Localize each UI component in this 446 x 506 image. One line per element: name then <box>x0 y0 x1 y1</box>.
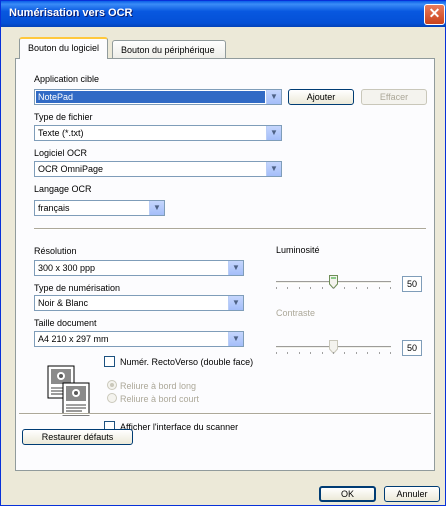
tab-label: Bouton du logiciel <box>28 43 100 53</box>
slider-tick <box>333 287 334 289</box>
target-app-select[interactable]: NotePad ▼ <box>34 89 282 105</box>
slider-tick <box>298 352 300 354</box>
add-app-button[interactable]: Ajouter <box>288 89 354 105</box>
close-icon: ✕ <box>428 5 441 21</box>
chevron-down-icon[interactable]: ▼ <box>228 332 243 346</box>
slider-tick <box>287 287 289 289</box>
slider-tick <box>333 352 334 354</box>
slider-tick <box>390 287 391 289</box>
tab-label: Bouton du périphérique <box>121 45 215 55</box>
ocr-software-value: OCR OmniPage <box>38 164 104 174</box>
slider-tick <box>378 287 380 289</box>
restore-defaults-button[interactable]: Restaurer défauts <box>22 429 133 445</box>
document-size-value: A4 210 x 297 mm <box>38 334 109 344</box>
slider-tick <box>310 352 312 354</box>
close-button[interactable]: ✕ <box>424 4 445 25</box>
slider-tick <box>378 352 380 354</box>
slider-tick <box>298 287 300 289</box>
ocr-software-label: Logiciel OCR <box>34 148 88 158</box>
contrast-label: Contraste <box>276 308 316 318</box>
slider-tick <box>355 287 357 289</box>
file-type-label: Type de fichier <box>34 112 93 122</box>
resolution-value: 300 x 300 ppp <box>38 263 96 273</box>
delete-app-button[interactable]: Effacer <box>361 89 427 105</box>
ocr-language-value: français <box>38 203 70 213</box>
slider-tick <box>390 352 391 354</box>
chevron-down-icon[interactable]: ▼ <box>266 90 281 104</box>
brightness-ticks <box>276 287 391 290</box>
window-title: Numérisation vers OCR <box>9 7 133 19</box>
divider <box>34 228 426 230</box>
slider-tick <box>276 287 277 289</box>
scan-type-label: Type de numérisation <box>34 283 121 293</box>
target-app-value: NotePad <box>38 92 74 102</box>
document-size-label: Taille document <box>34 318 97 328</box>
slider-tick <box>321 287 323 289</box>
ok-button[interactable]: OK <box>319 486 376 502</box>
duplex-pages-icon <box>47 365 90 416</box>
slider-tick <box>321 352 323 354</box>
slider-tick <box>344 352 346 354</box>
radio-long-edge[interactable] <box>107 380 117 390</box>
slider-tick <box>355 352 357 354</box>
ocr-language-select[interactable]: français ▼ <box>34 200 165 216</box>
slider-tick <box>344 287 346 289</box>
long-edge-label: Reliure à bord long <box>120 381 197 391</box>
brightness-label: Luminosité <box>276 245 320 255</box>
cancel-button[interactable]: Annuler <box>384 486 440 502</box>
divider <box>19 413 431 415</box>
resolution-select[interactable]: 300 x 300 ppp ▼ <box>34 260 244 276</box>
scan-type-select[interactable]: Noir & Blanc ▼ <box>34 295 244 311</box>
chevron-down-icon[interactable]: ▼ <box>266 126 281 140</box>
slider-tick <box>367 352 369 354</box>
show-scanner-interface-label: Afficher l'interface du scanner <box>120 422 239 432</box>
chevron-down-icon[interactable]: ▼ <box>228 296 243 310</box>
ocr-language-label: Langage OCR <box>34 184 92 194</box>
chevron-down-icon[interactable]: ▼ <box>149 201 164 215</box>
document-size-select[interactable]: A4 210 x 297 mm ▼ <box>34 331 244 347</box>
slider-tick <box>276 352 277 354</box>
duplex-checkbox[interactable] <box>104 356 115 367</box>
file-type-value: Texte (*.txt) <box>38 128 84 138</box>
brightness-value-box: 50 <box>402 276 422 292</box>
target-app-label: Application cible <box>34 74 100 84</box>
contrast-ticks <box>276 352 391 355</box>
tab-device-button[interactable]: Bouton du périphérique <box>112 40 226 60</box>
tab-panel: Application cible NotePad ▼ Ajouter Effa… <box>15 58 435 471</box>
file-type-select[interactable]: Texte (*.txt) ▼ <box>34 125 282 141</box>
chevron-down-icon[interactable]: ▼ <box>228 261 243 275</box>
scan-type-value: Noir & Blanc <box>38 298 89 308</box>
duplex-label: Numér. RectoVerso (double face) <box>120 357 254 367</box>
slider-tick <box>287 352 289 354</box>
contrast-value-box: 50 <box>402 340 422 356</box>
ocr-dialog-window: Numérisation vers OCR ✕ Bouton du logici… <box>0 0 446 506</box>
radio-short-edge[interactable] <box>107 393 117 403</box>
title-bar[interactable]: Numérisation vers OCR ✕ <box>1 1 446 27</box>
tab-software-button[interactable]: Bouton du logiciel <box>19 37 109 59</box>
ocr-software-select[interactable]: OCR OmniPage ▼ <box>34 161 282 177</box>
chevron-down-icon[interactable]: ▼ <box>266 162 281 176</box>
slider-tick <box>367 287 369 289</box>
slider-tick <box>310 287 312 289</box>
short-edge-label: Reliure à bord court <box>120 394 200 404</box>
resolution-label: Résolution <box>34 246 77 256</box>
